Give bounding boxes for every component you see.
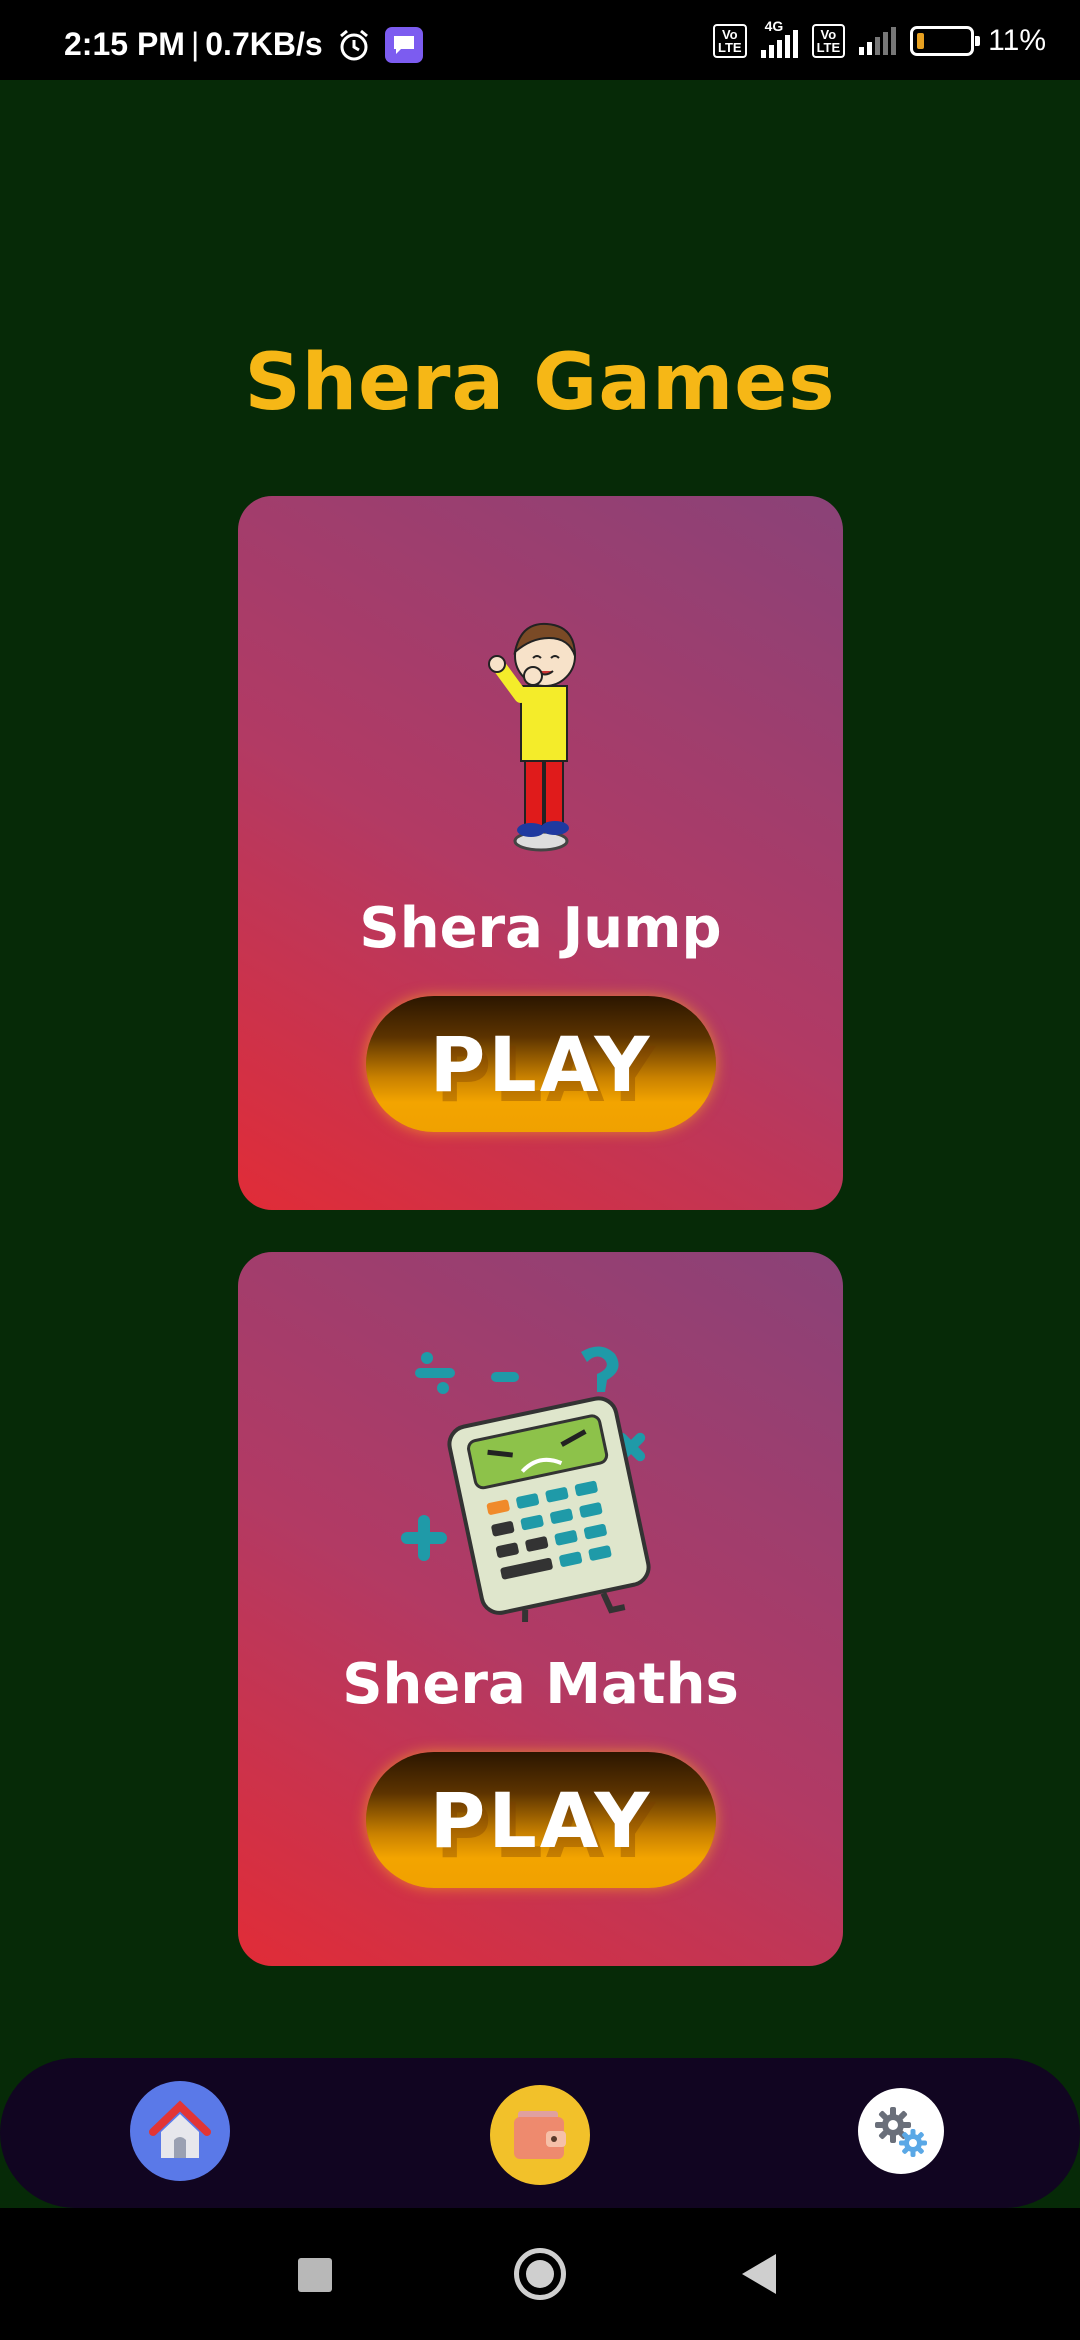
volte-icon-2: Vo LTE	[811, 24, 846, 58]
status-separator: |	[190, 26, 200, 62]
battery-icon	[910, 26, 981, 56]
system-nav-bar	[0, 2208, 1080, 2340]
signal-icon-2	[859, 27, 897, 55]
status-time: 2:15 PM	[64, 26, 185, 62]
page-title: Shera Games	[244, 338, 836, 428]
status-bar: 2:15 PM | 0.7KB/s Vo LTE 4G Vo LTE 11%	[0, 0, 1080, 80]
volte-icon: Vo LTE	[712, 24, 747, 58]
status-left: 2:15 PM | 0.7KB/s	[64, 26, 423, 63]
battery-percent: 11%	[988, 24, 1046, 57]
recent-apps-button[interactable]	[298, 2258, 332, 2292]
message-icon	[384, 26, 423, 63]
game-title: Shera Maths	[342, 1652, 739, 1717]
wallet-icon	[514, 2111, 566, 2159]
play-button-shera-jump[interactable]: PLAY	[366, 996, 716, 1132]
system-home-button[interactable]	[514, 2248, 566, 2300]
network-type: 4G	[764, 18, 784, 34]
nav-home-button[interactable]	[130, 2081, 230, 2181]
game-title: Shera Jump	[359, 896, 722, 961]
bottom-nav	[0, 2058, 1080, 2208]
nav-wallet-button[interactable]	[490, 2085, 590, 2185]
nav-settings-button[interactable]	[858, 2088, 944, 2174]
settings-gears-icon	[875, 2107, 927, 2157]
game-card-shera-maths: Shera Maths PLAY	[238, 1252, 843, 1966]
back-button[interactable]	[742, 2254, 776, 2294]
home-icon	[149, 2100, 211, 2158]
status-right: Vo LTE 4G Vo LTE 11%	[712, 18, 1046, 58]
signal-icon: 4G	[760, 18, 798, 58]
alarm-icon	[339, 29, 368, 60]
jumping-boy-image	[238, 616, 843, 856]
play-button-shera-maths[interactable]: PLAY	[366, 1752, 716, 1888]
game-card-shera-jump: Shera Jump PLAY	[238, 496, 843, 1210]
calculator-image	[238, 1342, 843, 1622]
status-network-speed: 0.7KB/s	[205, 26, 323, 62]
